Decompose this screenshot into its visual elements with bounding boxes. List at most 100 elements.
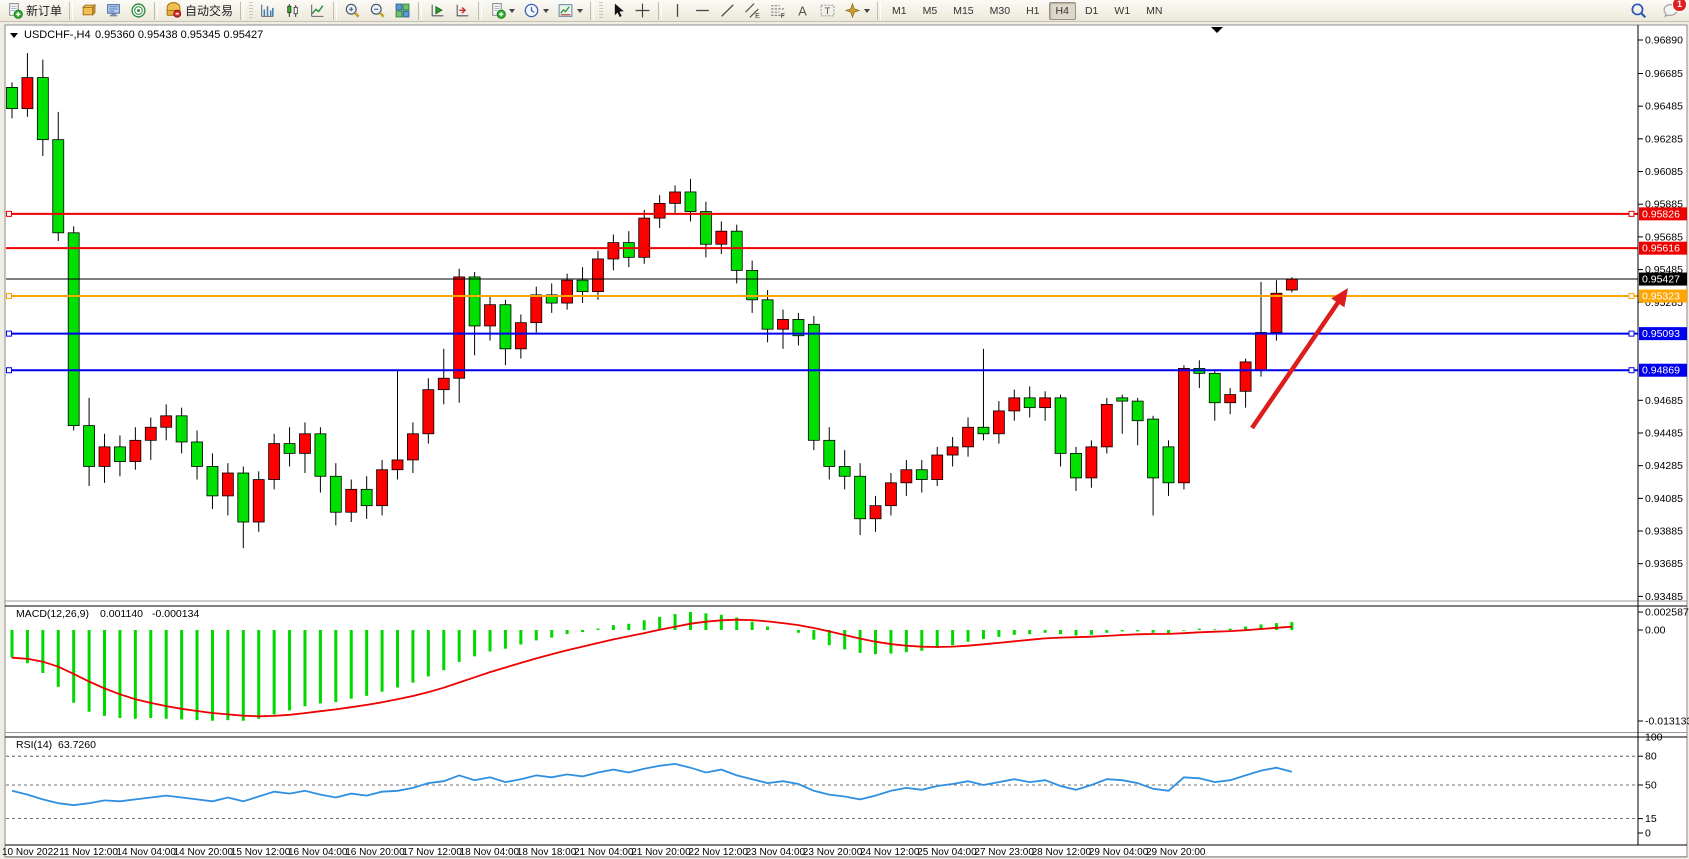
candle-body — [1271, 293, 1282, 332]
vertical-line-button[interactable] — [666, 0, 689, 22]
toolbox-button[interactable] — [77, 0, 100, 22]
label-button[interactable]: T — [816, 0, 839, 22]
timeframe-h4-button[interactable]: H4 — [1049, 2, 1076, 20]
price-axis-label: 0.94085 — [1645, 493, 1683, 505]
notifications-button[interactable]: 1 — [1659, 0, 1682, 22]
candle-body — [515, 323, 526, 349]
arrows-icon — [844, 2, 861, 19]
candle-body — [993, 411, 1004, 434]
data-window-button[interactable] — [127, 0, 150, 22]
candle-body — [346, 489, 357, 512]
line-handle-right[interactable] — [1629, 368, 1634, 373]
line-handle-left[interactable] — [7, 211, 12, 216]
templates-button[interactable] — [554, 0, 586, 22]
cursor-icon — [609, 2, 626, 19]
line-handle-right[interactable] — [1629, 211, 1634, 216]
candle-body — [623, 243, 634, 258]
svg-text:E: E — [755, 13, 760, 19]
bar-chart-button[interactable] — [256, 0, 279, 22]
timeframe-h1-button[interactable]: H1 — [1019, 2, 1046, 20]
doc-plus-icon — [489, 2, 506, 19]
chevron-down-icon — [543, 9, 549, 13]
timeframe-w1-button[interactable]: W1 — [1107, 2, 1137, 20]
trendline-button[interactable] — [716, 0, 739, 22]
candle-body — [608, 243, 619, 259]
candle — [639, 210, 650, 264]
candle-body — [654, 203, 665, 218]
chevron-down-icon — [509, 9, 515, 13]
line-handle-right[interactable] — [1629, 294, 1634, 299]
candle-body — [1024, 398, 1035, 408]
candle-body — [870, 506, 881, 519]
autotrading-button[interactable]: 自动交易 — [162, 0, 236, 22]
candle-body — [7, 87, 18, 108]
new-order-button[interactable]: 新订单 — [3, 0, 65, 22]
candle-body — [114, 447, 125, 462]
chart-shift-button[interactable] — [451, 0, 474, 22]
timeframe-m1-button[interactable]: M1 — [885, 2, 914, 20]
tile-windows-button[interactable] — [391, 0, 414, 22]
fibo-icon: F — [769, 2, 786, 19]
timeframe-d1-button[interactable]: D1 — [1078, 2, 1105, 20]
zoom-in-button[interactable] — [341, 0, 364, 22]
price-axis-label: 0.94285 — [1645, 460, 1683, 472]
candle-body — [901, 470, 912, 483]
candle — [68, 226, 79, 430]
toolbar-separator — [658, 2, 662, 20]
candle-body — [22, 78, 33, 109]
market-watch-button[interactable] — [102, 0, 125, 22]
search-icon — [1630, 2, 1647, 19]
arrows-button[interactable] — [841, 0, 873, 22]
candle-body — [1101, 404, 1112, 446]
auto-scroll-button[interactable] — [426, 0, 449, 22]
candle-body — [916, 470, 927, 480]
periods-button[interactable] — [520, 0, 552, 22]
candle-body — [731, 231, 742, 270]
channel-icon: E — [744, 2, 761, 19]
price-axis-label: 0.93685 — [1645, 558, 1683, 570]
candle-body — [1148, 419, 1159, 478]
line-handle-right[interactable] — [1629, 331, 1634, 336]
cube-icon — [80, 2, 97, 19]
candle-body — [839, 466, 850, 476]
zoom-out-button[interactable] — [366, 0, 389, 22]
timeframe-m5-button[interactable]: M5 — [916, 2, 945, 20]
autotrading-button-label: 自动交易 — [185, 2, 233, 19]
rsi-axis-label: 0 — [1645, 828, 1651, 840]
vline-icon — [669, 2, 686, 19]
text-button[interactable]: A — [791, 0, 814, 22]
cursor-button[interactable] — [606, 0, 629, 22]
chart-ohlc-values: 0.95360 0.95438 0.95345 0.95427 — [95, 29, 263, 41]
candle-body — [330, 476, 341, 512]
rsi-title: RSI(14) — [16, 739, 52, 751]
horizontal-line-button[interactable] — [691, 0, 714, 22]
rsi-value: 63.7260 — [58, 739, 96, 751]
candle-body — [438, 378, 449, 389]
price-tag-label: 0.95323 — [1642, 291, 1680, 303]
candle-body — [1009, 398, 1020, 411]
chevron-down-icon — [864, 9, 870, 13]
fibonacci-button[interactable]: F — [766, 0, 789, 22]
metatrader-window: 新订单自动交易EFATM1M5M15M30H1H4D1W1MN1 0.96890… — [0, 0, 1689, 859]
candle-body — [37, 78, 48, 140]
crosshair-button[interactable] — [631, 0, 654, 22]
timeframe-m15-button[interactable]: M15 — [946, 2, 980, 20]
line-handle-left[interactable] — [7, 331, 12, 336]
timeframe-mn-button[interactable]: MN — [1139, 2, 1169, 20]
candle-body — [1286, 279, 1297, 290]
candle-body — [176, 416, 187, 442]
candle-body — [808, 324, 819, 440]
candle-body — [932, 455, 943, 480]
new-chart-button[interactable] — [486, 0, 518, 22]
bars-icon — [259, 2, 276, 19]
candlestick-chart-button[interactable] — [281, 0, 304, 22]
timeframe-m30-button[interactable]: M30 — [983, 2, 1017, 20]
line-chart-button[interactable] — [306, 0, 329, 22]
search-button[interactable] — [1627, 0, 1650, 22]
line-handle-left[interactable] — [7, 294, 12, 299]
candle-body — [361, 489, 372, 505]
candle-body — [315, 434, 326, 476]
candle-body — [377, 470, 388, 506]
line-handle-left[interactable] — [7, 368, 12, 373]
equidistant-channel-button[interactable]: E — [741, 0, 764, 22]
